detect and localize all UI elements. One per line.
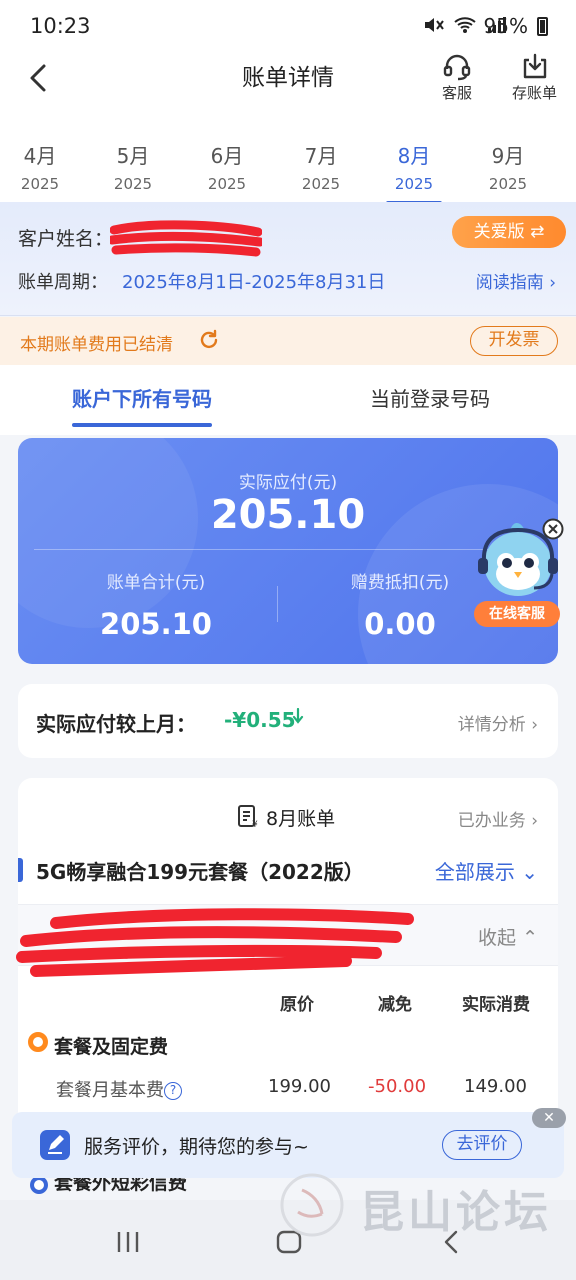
- customer-info: 客户姓名： 关爱版 ⇄ 账单周期： 2025年8月1日-2025年8月31日 阅…: [0, 202, 576, 316]
- svg-text:¥: ¥: [252, 820, 258, 828]
- customer-name-label: 客户姓名：: [18, 228, 114, 250]
- account-tabs: 账户下所有号码 当前登录号码: [0, 365, 576, 435]
- bill-total-amount: 205.10: [100, 607, 212, 641]
- month-label: 4月: [23, 144, 57, 168]
- compare-value: -¥0.55: [224, 708, 296, 732]
- item-name-label: 套餐月基本费: [56, 1080, 164, 1101]
- column-header: 原价: [280, 995, 314, 1015]
- online-service-badge[interactable]: 在线客服: [474, 601, 560, 627]
- plan-name: 5G畅享融合199元套餐（2022版）: [36, 860, 364, 884]
- done-business-label: 已办业务: [457, 811, 526, 831]
- edit-icon: [40, 1130, 70, 1160]
- feedback-banner: 服务评价，期待您的参与~ 去评价 ✕: [12, 1108, 566, 1178]
- status-time: 10:23: [30, 14, 91, 38]
- actual-payable-label: 实际应付(元): [238, 473, 338, 493]
- settlement-bar: 本期账单费用已结清 开发票: [0, 317, 576, 365]
- tab-all-numbers[interactable]: 账户下所有号码: [72, 383, 212, 427]
- tab-month-jun[interactable]: 6月 2025: [189, 140, 265, 193]
- headset-icon: [443, 54, 471, 81]
- customer-service-button[interactable]: 客服: [442, 52, 472, 103]
- wifi-icon: [454, 17, 476, 33]
- download-icon: [523, 53, 546, 79]
- item-discount: -50.00: [368, 1076, 427, 1097]
- mute-icon: [425, 18, 444, 32]
- item-original-price: 199.00: [268, 1076, 331, 1097]
- month-label: 9月: [491, 144, 525, 168]
- compare-label: 实际应付较上月：: [36, 712, 196, 736]
- down-arrow-icon: [292, 708, 304, 724]
- month-label: 6月: [210, 144, 244, 168]
- show-all-label: 全部展示: [434, 860, 515, 884]
- bill-total-label: 账单合计(元): [106, 573, 206, 593]
- redaction-scribble: [110, 220, 262, 257]
- save-bill-label: 存账单: [512, 84, 558, 102]
- save-bill-button[interactable]: 存账单: [512, 52, 557, 103]
- year-label: 2025: [207, 175, 247, 193]
- close-banner-button[interactable]: ✕: [532, 1108, 566, 1128]
- done-business-link[interactable]: 已办业务 ›: [458, 806, 538, 831]
- tab-current-number[interactable]: 当前登录号码: [370, 383, 490, 412]
- tab-month-sep[interactable]: 9月 2025: [470, 140, 546, 193]
- month-label: 5月: [116, 144, 150, 168]
- item-name: 套餐月基本费?: [56, 1076, 182, 1102]
- month-label: 7月: [304, 144, 338, 168]
- category-name: 套餐及固定费: [54, 1036, 169, 1058]
- month-compare-card: 实际应付较上月： -¥0.55 详情分析 ›: [18, 684, 558, 758]
- column-header: 减免: [378, 995, 412, 1015]
- category-dot-icon: [28, 1032, 48, 1052]
- bill-total: 账单合计(元) 205.10: [56, 568, 256, 641]
- battery-icon: [537, 17, 548, 36]
- divider: [34, 549, 542, 550]
- recent-apps-icon[interactable]: [114, 1228, 142, 1256]
- year-label: 2025: [113, 175, 153, 193]
- bill-title: 8月账单: [266, 808, 336, 830]
- reading-guide-link[interactable]: 阅读指南 ›: [476, 268, 556, 293]
- tab-month-apr[interactable]: 4月 2025: [2, 140, 78, 193]
- gift-deduction: 赠费抵扣(元) 0.00: [300, 568, 500, 641]
- year-label: 2025: [394, 175, 434, 193]
- divider: [277, 586, 278, 622]
- month-label: 8月: [397, 144, 431, 168]
- reading-guide-label: 阅读指南: [475, 273, 544, 293]
- year-label: 2025: [20, 175, 60, 193]
- rate-button[interactable]: 去评价: [442, 1130, 522, 1160]
- detail-analysis-label: 详情分析: [457, 715, 526, 735]
- tab-month-may[interactable]: 5月 2025: [95, 140, 171, 193]
- category-dot-icon: [30, 1176, 48, 1194]
- gift-deduction-label: 赠费抵扣(元): [350, 573, 450, 593]
- battery-percent: 95%: [483, 14, 528, 38]
- refresh-icon[interactable]: [198, 329, 220, 351]
- year-label: 2025: [301, 175, 341, 193]
- gift-deduction-amount: 0.00: [364, 607, 436, 641]
- help-icon[interactable]: ?: [164, 1082, 182, 1100]
- collapse-toggle[interactable]: 收起 ⌃: [478, 923, 538, 950]
- tab-month-aug[interactable]: 8月 2025: [376, 140, 452, 205]
- tab-month-jul[interactable]: 7月 2025: [283, 140, 359, 193]
- bill-icon: ¥: [238, 805, 258, 828]
- feedback-text: 服务评价，期待您的参与~: [84, 1136, 309, 1158]
- column-header: 实际消费: [462, 995, 530, 1015]
- customer-service-label: 客服: [442, 84, 473, 102]
- app-header: 账单详情 客服 存账单: [0, 52, 576, 124]
- plan-indicator: [18, 858, 23, 882]
- collapse-label: 收起: [478, 927, 517, 949]
- care-mode-button[interactable]: 关爱版 ⇄: [452, 216, 566, 248]
- month-tabs: 4月 2025 5月 2025 6月 2025 7月 2025 8月 2025 9月 202…: [0, 124, 576, 205]
- invoice-button[interactable]: 开发票: [470, 326, 558, 356]
- settlement-status: 本期账单费用已结清: [20, 335, 173, 355]
- redaction-scribble: [16, 908, 414, 977]
- status-bar: 10:23 95%: [0, 0, 576, 52]
- close-icon[interactable]: [542, 518, 564, 540]
- item-actual-cost: 149.00: [464, 1076, 527, 1097]
- show-all-toggle[interactable]: 全部展示 ⌄: [435, 856, 538, 885]
- detail-analysis-link[interactable]: 详情分析 ›: [458, 710, 538, 735]
- watermark-text: 昆山论坛: [360, 1187, 552, 1238]
- bill-period-label: 账单周期：: [18, 272, 108, 293]
- year-label: 2025: [488, 175, 528, 193]
- page-title: 账单详情: [242, 65, 334, 91]
- bill-period-value: 2025年8月1日-2025年8月31日: [122, 272, 386, 293]
